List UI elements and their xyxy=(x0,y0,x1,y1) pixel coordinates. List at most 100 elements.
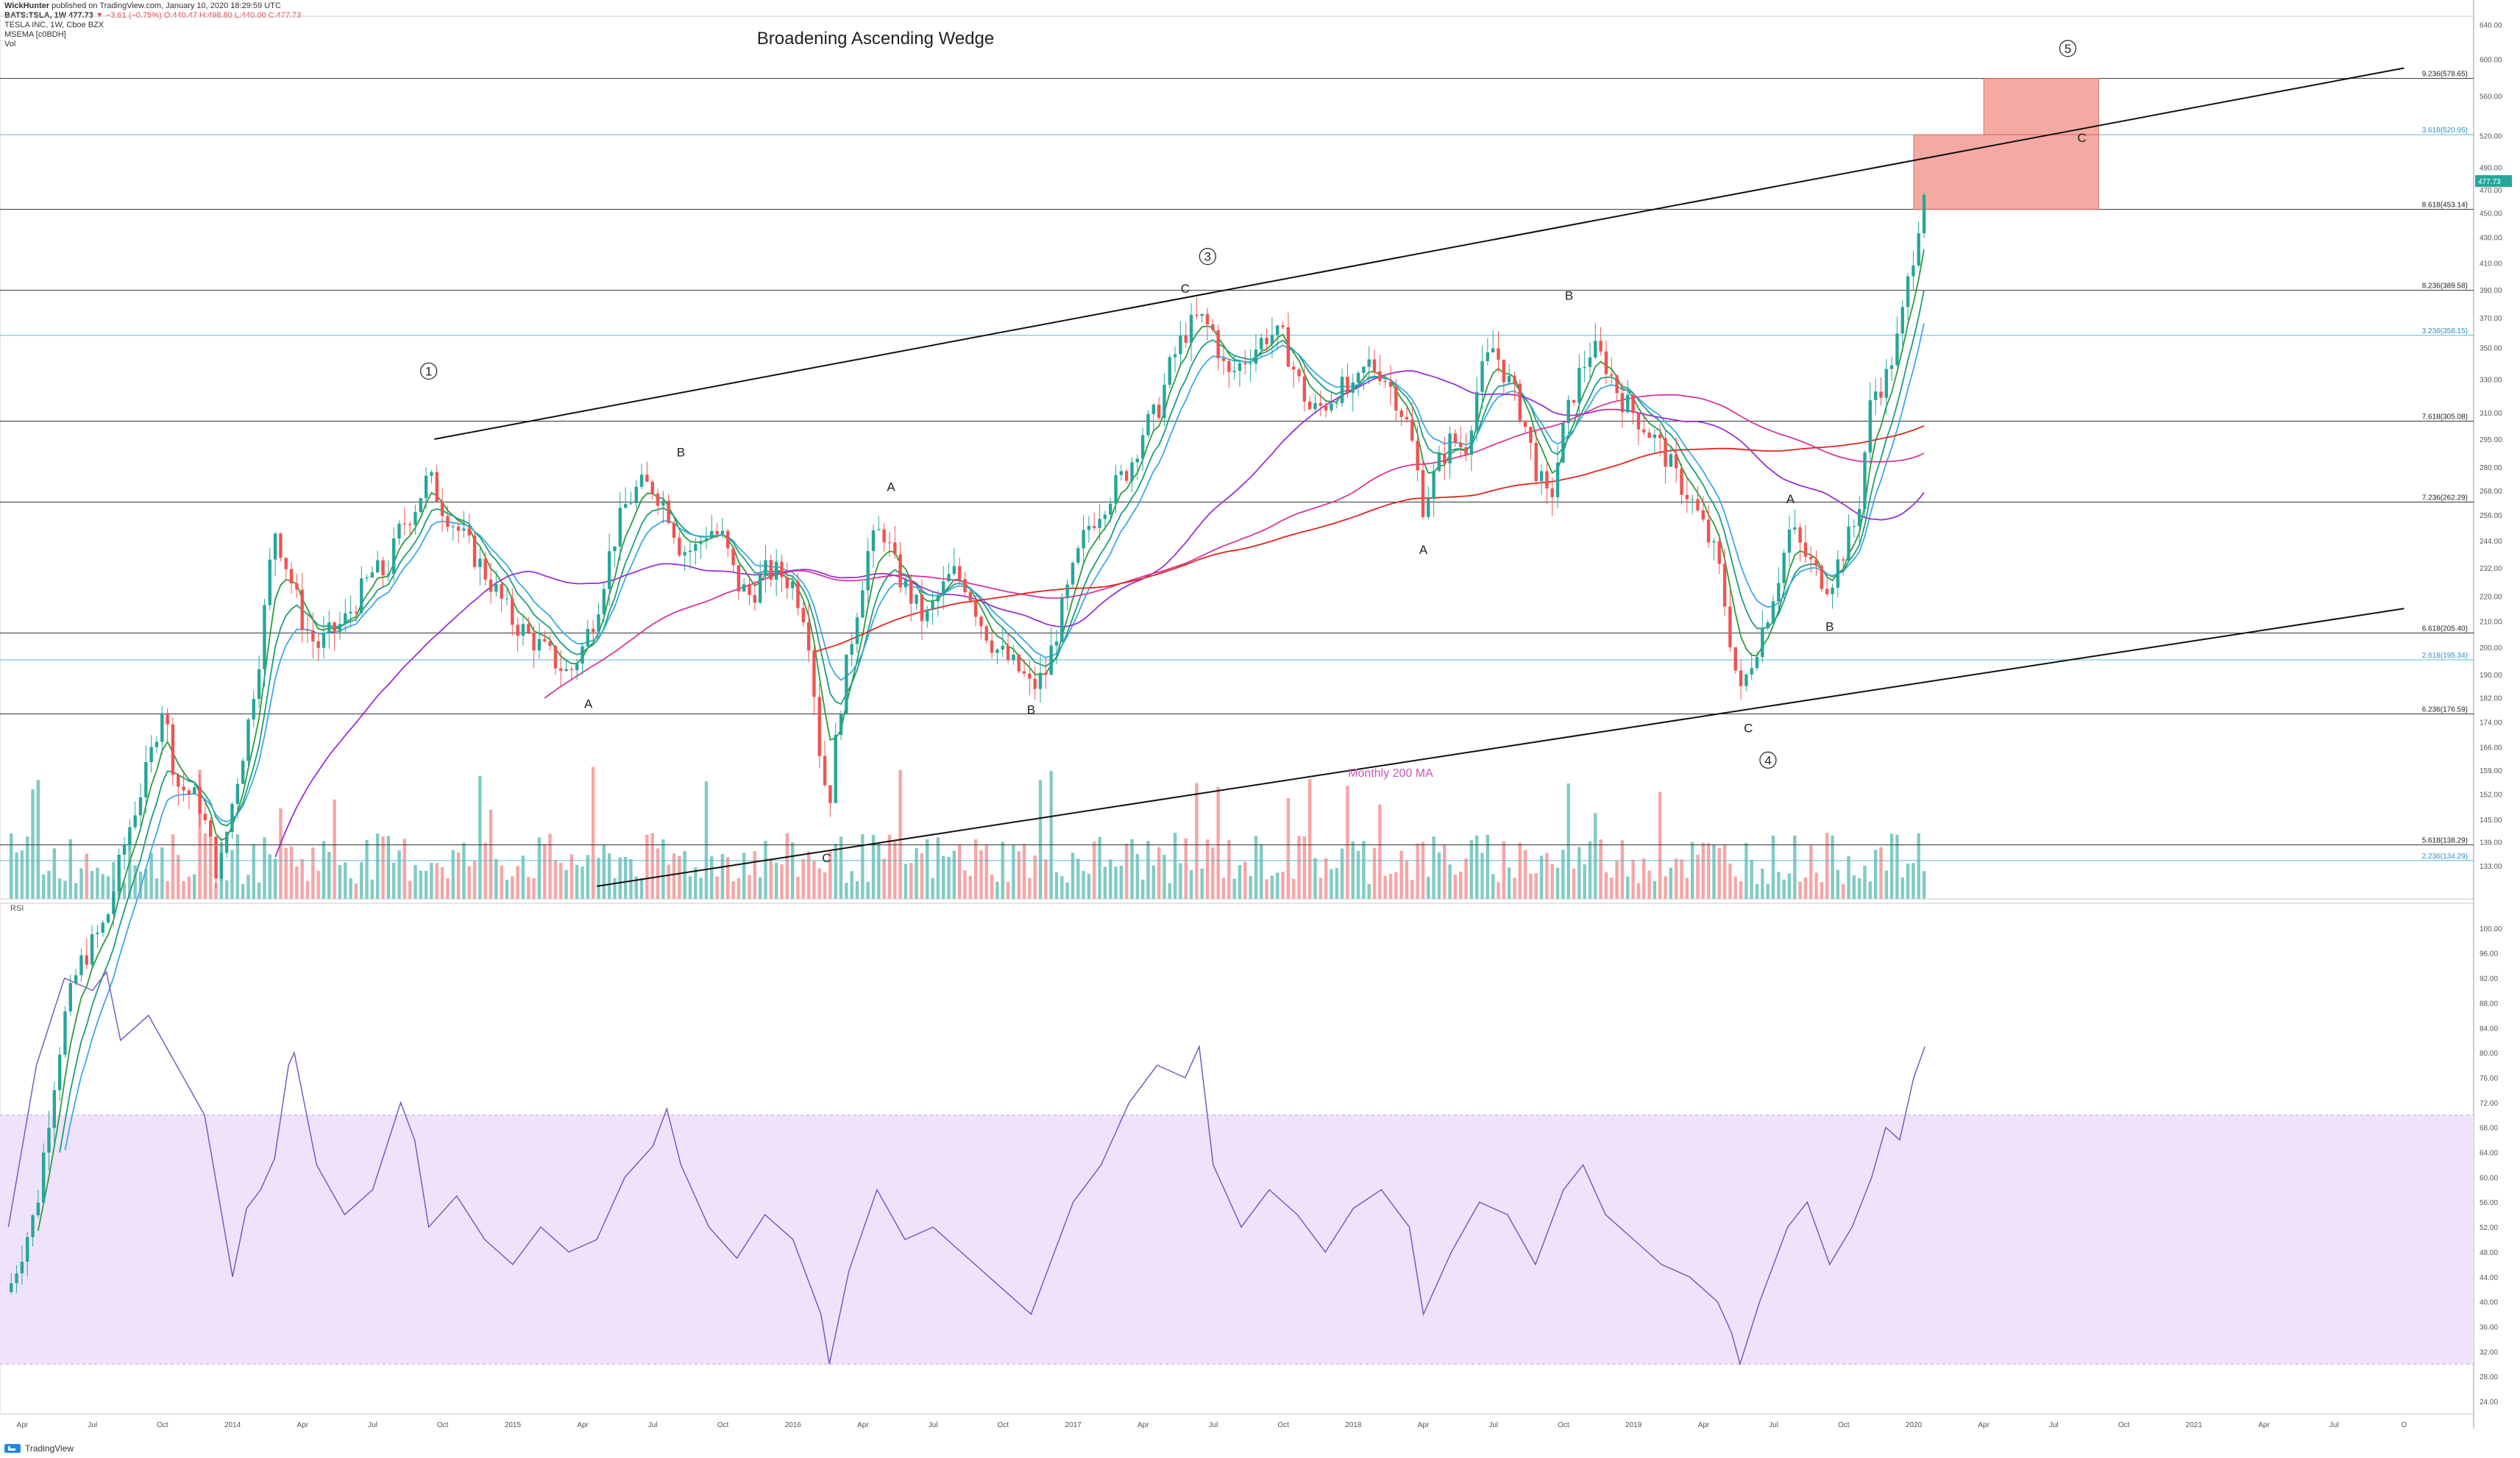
candle-body xyxy=(57,1054,62,1090)
candle-body xyxy=(1820,566,1824,589)
volume-bar xyxy=(1330,869,1333,899)
volume-bar xyxy=(521,856,525,899)
candle-body xyxy=(1211,324,1215,330)
volume-bar xyxy=(31,789,35,899)
candle-body xyxy=(386,574,391,576)
time-tick-label: Apr xyxy=(17,1421,29,1429)
volume-bar xyxy=(1728,863,1732,899)
time-axis[interactable]: Apr Jul Oct 2014 Apr Jul Oct 2015 Apr Jul Oct 2016 A… xyxy=(17,1421,2407,1429)
candle-body xyxy=(1588,357,1592,367)
volume-bar xyxy=(1502,841,1506,899)
volume-bar xyxy=(602,844,606,899)
volume-bar xyxy=(667,864,670,899)
candle-body xyxy=(952,566,956,575)
candle-body xyxy=(1696,499,1700,511)
candle-body xyxy=(235,783,240,804)
candle-body xyxy=(1912,265,1915,277)
candle-body xyxy=(1114,474,1118,504)
volume-bar xyxy=(1098,836,1101,899)
volume-bar xyxy=(1076,858,1080,899)
volume-bar xyxy=(79,868,83,899)
candle-body xyxy=(430,472,433,476)
candle-body xyxy=(85,955,88,965)
candle-body xyxy=(1685,494,1689,499)
candle-body xyxy=(694,544,698,551)
candle-body xyxy=(1889,365,1894,369)
time-tick-label: Apr xyxy=(1698,1421,1710,1429)
fib-level-label: 9.236(578.65) xyxy=(2422,71,2468,79)
time-tick-label: Apr xyxy=(577,1421,589,1429)
candle-body xyxy=(1297,369,1301,377)
volume-bar xyxy=(1766,883,1770,899)
candle-body xyxy=(909,580,913,604)
volume-bar xyxy=(1054,872,1059,899)
candle-body xyxy=(257,669,261,700)
volume-bar xyxy=(1847,856,1850,899)
time-tick-label: Apr xyxy=(1978,1421,1990,1429)
candle-body xyxy=(661,500,665,506)
volume-bar xyxy=(532,878,536,899)
candle-body xyxy=(629,502,633,505)
candle-body xyxy=(769,560,773,580)
fib-level-label: 7.618(305.08) xyxy=(2422,413,2468,422)
rsi-label[interactable]: RSI xyxy=(10,904,24,913)
volume-bar xyxy=(1286,798,1291,899)
volume-bar xyxy=(1060,875,1064,899)
candle-body xyxy=(349,611,352,614)
rsi-tick-label: 32.00 xyxy=(2480,1348,2498,1356)
volume-bar xyxy=(370,879,375,899)
price-tick-label: 330.00 xyxy=(2480,376,2502,384)
target-boxes xyxy=(1913,78,2099,210)
candle-body xyxy=(1793,527,1797,530)
volume-bar xyxy=(613,878,617,899)
price-tick-label: 520.00 xyxy=(2480,132,2502,141)
candle-body xyxy=(1459,442,1463,447)
volume-bar xyxy=(1636,883,1641,899)
candle-body xyxy=(1065,584,1069,599)
candle-body xyxy=(1518,383,1522,421)
candle-body xyxy=(1550,488,1554,497)
candle-body xyxy=(672,522,676,538)
candle-body xyxy=(1109,503,1112,515)
volume-bar xyxy=(1626,876,1630,899)
candle-body xyxy=(1917,233,1920,266)
volume-bar xyxy=(678,856,681,899)
price-tick-label: 350.00 xyxy=(2480,345,2502,353)
volume-bar xyxy=(90,870,94,899)
price-axis[interactable]: 640.00 600.00 560.00 520.00 490.00 470.00 450.… xyxy=(2475,21,2512,871)
candle-body xyxy=(1318,403,1323,406)
fib-level-label: 6.236(176.59) xyxy=(2422,706,2468,714)
candle-body xyxy=(915,594,918,604)
candle-body xyxy=(1745,674,1748,686)
volume-bar xyxy=(494,858,498,899)
volume-bar xyxy=(511,876,514,899)
volume-bar xyxy=(1335,867,1338,899)
candle-body xyxy=(424,475,428,499)
volume-bar xyxy=(1351,841,1355,899)
candle-body xyxy=(500,583,503,600)
target-box xyxy=(1913,134,2099,210)
candle-body xyxy=(1087,525,1091,530)
candle-body xyxy=(1313,403,1317,410)
volume-bar xyxy=(893,841,897,899)
brand-name: TradingView xyxy=(25,1443,74,1454)
volume-bar xyxy=(1163,854,1166,899)
price-tick-label: 268.00 xyxy=(2480,488,2502,496)
volume-bar xyxy=(780,864,784,899)
rsi-axis[interactable]: 100.00 96.00 92.00 88.00 84.00 80.00 76.00 72.0… xyxy=(2480,925,2502,1407)
candle-body xyxy=(1545,471,1549,488)
time-tick-label: Oct xyxy=(998,1421,1009,1429)
candle-body xyxy=(1857,508,1861,527)
volume-bar xyxy=(1427,876,1430,899)
candle-body xyxy=(284,558,288,569)
volume-bar xyxy=(995,881,999,899)
volume-bar xyxy=(430,862,433,899)
chart-canvas[interactable]: 9.236(578.65) 3.618(520.95) 8.618(453.14) 8… xyxy=(0,0,2520,1458)
volume-bar xyxy=(1383,875,1387,899)
candle-body xyxy=(1082,530,1085,549)
volume-bar xyxy=(316,870,320,899)
volume-bar xyxy=(96,867,99,899)
candle-body xyxy=(144,762,148,797)
volume-bar xyxy=(704,781,709,899)
volume-bar xyxy=(1852,875,1856,899)
